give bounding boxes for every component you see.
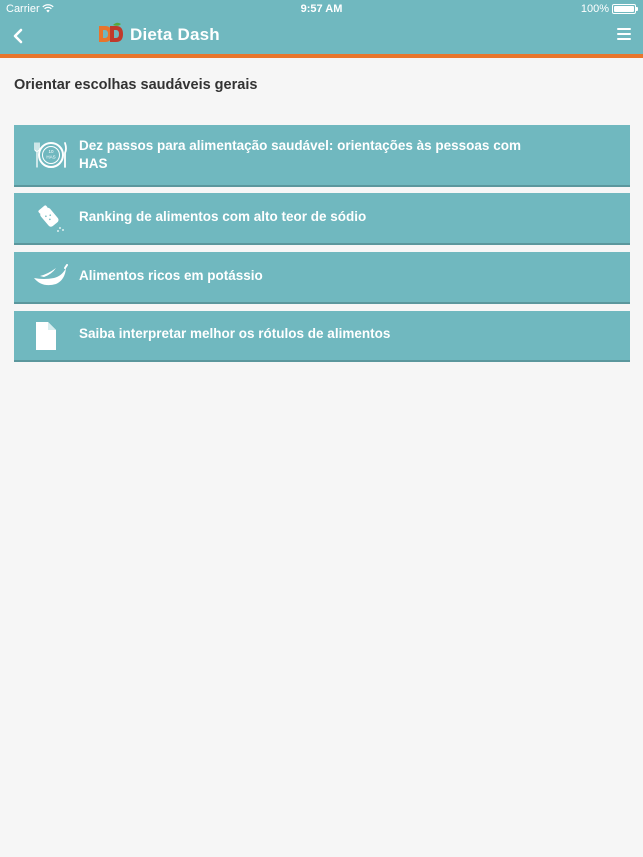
svg-text:10: 10 xyxy=(48,149,54,154)
battery-percent: 100% xyxy=(580,3,609,15)
banana-icon xyxy=(34,264,68,286)
dieta-dash-logo xyxy=(99,22,123,42)
header-accent-bar xyxy=(0,54,643,58)
plate-cutlery-icon: 10 HAS xyxy=(34,142,67,168)
list-item-label: Ranking de alimentos com alto teor de só… xyxy=(79,209,367,224)
list-item-dez-passos[interactable]: 10 HAS Dez passos para alimentação saudá… xyxy=(14,125,630,187)
section-title: Orientar escolhas saudáveis gerais xyxy=(14,77,258,93)
document-icon xyxy=(36,321,56,350)
clock: 9:57 AM xyxy=(300,3,343,15)
list-item-label: Alimentos ricos em potássio xyxy=(79,268,263,283)
list-item-rotulos[interactable]: Saiba interpretar melhor os rótulos de a… xyxy=(14,311,630,362)
app-title: Dieta Dash xyxy=(130,25,220,44)
list-item-potassio[interactable]: Alimentos ricos em potássio xyxy=(14,252,630,304)
battery-icon xyxy=(612,4,638,14)
list-item-label: Saiba interpretar melhor os rótulos de a… xyxy=(79,326,391,341)
status-bar: Carrier 9:57 AM 100% xyxy=(0,0,643,18)
hamburger-menu-icon[interactable] xyxy=(617,28,631,40)
nav-bar: Dieta Dash xyxy=(0,18,643,54)
list-item-ranking-sodio[interactable]: Ranking de alimentos com alto teor de só… xyxy=(14,193,630,245)
list-item-label: Dez passos para alimentação saudável: or… xyxy=(79,138,521,171)
chevron-left-icon[interactable] xyxy=(8,24,30,48)
salt-shaker-icon xyxy=(38,205,64,232)
app-header: Carrier 9:57 AM 100% Dieta Dash xyxy=(0,0,643,57)
svg-text:HAS: HAS xyxy=(46,155,55,160)
